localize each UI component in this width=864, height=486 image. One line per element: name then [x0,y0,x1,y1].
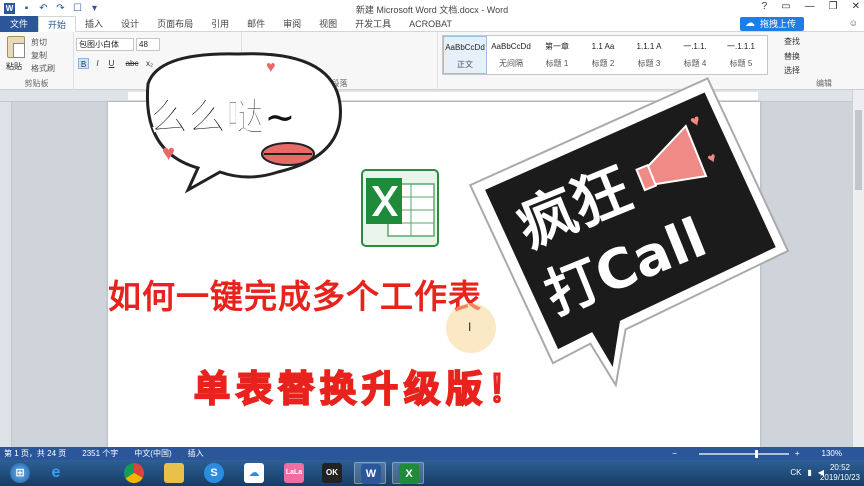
restore-button[interactable]: ❐ [829,1,838,12]
language-indicator[interactable]: 中文(中国) [134,448,171,459]
zoom-control: − + 130% [672,447,858,460]
tray-ck[interactable]: CK [790,468,801,477]
obs-icon: OK [322,463,342,483]
ribbon-display-button[interactable]: ▭ [781,1,790,12]
folder-icon [164,463,184,483]
sogou-icon: S [204,463,224,483]
network-icon[interactable]: ▮ [807,468,811,477]
call-sticker: 疯狂 打Call ♥ ♥ [468,77,790,388]
tab-developer[interactable]: 开发工具 [346,16,400,32]
page-count[interactable]: 第 1 页，共 24 页 [4,448,66,459]
word-count[interactable]: 2351 个字 [82,448,118,459]
zoom-level[interactable]: 130% [822,449,842,458]
taskbar-chrome[interactable] [118,462,150,484]
chrome-icon [124,463,144,483]
clipboard-group-label: 剪贴板 [24,79,49,88]
heart-icon: ♥ [162,140,175,165]
close-button[interactable]: ✕ [852,1,860,12]
tab-review[interactable]: 审阅 [274,16,310,32]
system-tray: CK ▮ ◀ [790,468,824,477]
heart-icon: ♥ [266,59,276,76]
font-name-select[interactable]: 包图小白体 [76,38,134,51]
paste-button[interactable]: 粘贴 [6,61,22,72]
windows-start-icon: ⊞ [10,463,30,483]
style-sample: 1.1.1 A [636,42,662,51]
kiss-sticker: 么么哒~ ♥ ♥ [145,52,342,194]
tab-view[interactable]: 视图 [310,16,346,32]
undo-icon[interactable]: ↶ [38,3,49,14]
lala-icon: LaLa [284,463,304,483]
excel-icon: X [399,464,419,484]
drag-upload-button[interactable]: 拖拽上传 [739,17,804,31]
vertical-scrollbar[interactable] [852,90,864,447]
account-area: ☺ [849,18,858,28]
customize-icon[interactable]: ▾ [89,3,100,14]
vertical-ruler[interactable] [0,102,12,447]
tab-home[interactable]: 开始 [38,15,77,32]
zoom-slider[interactable] [698,449,789,458]
quick-access-toolbar: W ▪ ↶ ↷ ☐ ▾ [0,2,100,14]
tab-insert[interactable]: 插入 [76,16,112,32]
clock-date: 2019/10/23 [819,473,860,482]
tab-acrobat[interactable]: ACROBAT [400,16,461,32]
format-painter-button[interactable]: 格式刷 [31,63,55,74]
taskbar-lala[interactable]: LaLa [278,462,310,484]
document-headline[interactable]: 如何一键完成多个工作表 [108,270,482,318]
internet-explorer-icon: e [51,464,61,481]
excel-logo-icon [361,169,439,247]
style-sample: 1.1 Aa [591,42,615,51]
baidu-cloud-icon: ☁ [244,463,264,483]
touch-mode-icon[interactable]: ☐ [72,3,83,14]
zoom-out-button[interactable]: − [672,449,677,458]
taskbar-explorer[interactable] [158,462,190,484]
taskbar-word[interactable]: W [354,462,386,484]
title-bar: W ▪ ↶ ↷ ☐ ▾ 新建 Microsoft Word 文档.docx - … [0,0,864,16]
redo-icon[interactable]: ↷ [55,3,66,14]
underline-button[interactable]: U [106,58,117,69]
window-title: 新建 Microsoft Word 文档.docx - Word [355,5,509,15]
style-sample: AaBbCcDd [491,42,531,51]
scrollbar-thumb[interactable] [855,110,862,190]
tab-design[interactable]: 设计 [112,16,148,32]
tab-layout[interactable]: 页面布局 [148,16,202,32]
style-sample: 一.1.1. [683,42,707,51]
style-sample: AaBbCcDd [445,43,485,52]
paste-icon[interactable] [7,36,25,58]
save-icon[interactable]: ▪ [21,3,32,14]
status-bar: 第 1 页，共 24 页 2351 个字 中文(中国) 插入 − + 130% [0,447,864,460]
sticker-kiss-text: 么么哒~ [150,95,296,139]
ribbon-tabs: 文件 开始 插入 设计 页面布局 引用 邮件 审阅 视图 开发工具 ACROBA… [0,15,864,32]
windows-taskbar: ⊞ e S ☁ LaLa OK W X CK ▮ ◀ 20:52 2019/10… [0,460,864,486]
clock-time: 20:52 [829,463,850,472]
style-sample: 第一章 [545,42,569,51]
tab-mailings[interactable]: 邮件 [238,16,274,32]
word-app-icon: W [4,2,15,14]
zoom-slider-knob[interactable] [754,449,758,458]
user-icon[interactable]: ☺ [849,18,858,28]
taskbar-obs[interactable]: OK [316,462,348,484]
taskbar-baidu[interactable]: ☁ [238,462,270,484]
bold-button[interactable]: B [78,58,89,69]
insert-mode[interactable]: 插入 [188,448,204,459]
start-button[interactable]: ⊞ [4,462,36,484]
window-controls: ? ▭ — ❐ ✕ [762,1,860,12]
word-icon: W [361,464,381,484]
zoom-in-button[interactable]: + [795,449,800,458]
clipboard-group: 粘贴 剪切 复制 格式刷 剪贴板 [0,32,74,90]
find-button[interactable]: 查找 [784,36,800,47]
style-sample: 一.1.1.1 [726,42,755,51]
italic-button[interactable]: I [92,58,103,69]
system-clock[interactable]: 20:52 2019/10/23 [820,463,860,483]
taskbar-excel[interactable]: X [392,462,424,484]
cut-button[interactable]: 剪切 [31,37,47,48]
tab-file[interactable]: 文件 [0,15,39,32]
help-button[interactable]: ? [762,1,768,12]
tab-references[interactable]: 引用 [202,16,238,32]
copy-button[interactable]: 复制 [31,50,47,61]
minimize-button[interactable]: — [805,1,815,12]
taskbar-ie[interactable]: e [40,462,72,484]
taskbar-sogou[interactable]: S [198,462,230,484]
lips-icon [261,142,315,166]
